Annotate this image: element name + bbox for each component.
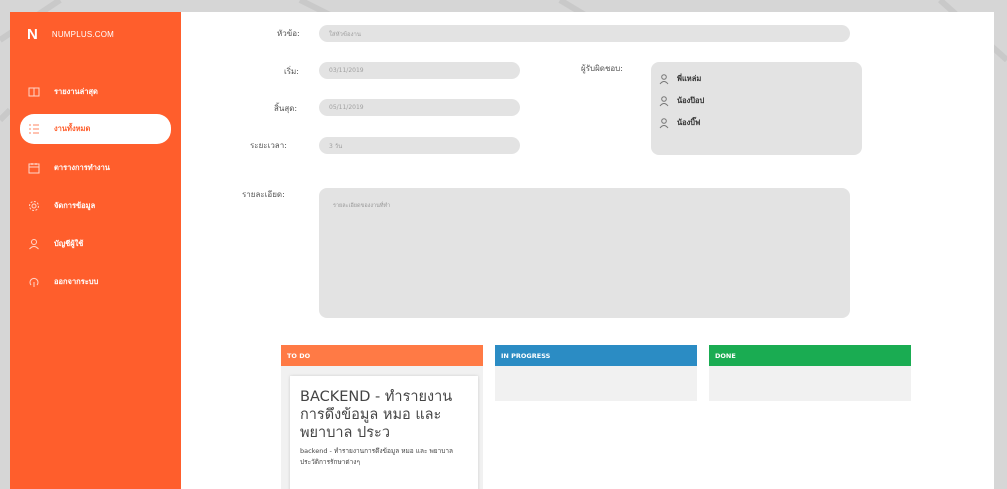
assignee-name: พี่แหล่ม bbox=[677, 74, 702, 83]
end-date-label: สิ้นสุด: bbox=[274, 104, 298, 113]
assignee-item[interactable]: พี่แหล่ม bbox=[659, 68, 854, 90]
column-todo-header: TO DO bbox=[281, 345, 483, 366]
sidebar-item-schedule[interactable]: ตารางการทำงาน bbox=[10, 150, 181, 186]
sidebar-item-label: บัญชีผู้ใช้ bbox=[54, 239, 84, 248]
sidebar-item-label: ออกจากระบบ bbox=[54, 277, 99, 286]
logout-icon bbox=[28, 276, 40, 288]
screen: N NUMPLUS.COM รายงานล่าสุด งานทั้งหมด ตา… bbox=[0, 0, 1007, 489]
brand[interactable]: N NUMPLUS.COM bbox=[27, 26, 114, 43]
calendar-icon bbox=[28, 162, 40, 174]
title-input[interactable]: ใส่หัวข้องาน bbox=[319, 25, 850, 42]
user-icon bbox=[659, 95, 669, 107]
detail-textarea[interactable]: รายละเอียดของงานที่ทำ bbox=[319, 188, 850, 318]
sidebar-item-manage-data[interactable]: จัดการข้อมูล bbox=[10, 188, 181, 224]
end-date-input[interactable]: 05/11/2019 bbox=[319, 99, 520, 116]
assignee-list: พี่แหล่ม น้องป๊อป น้องบิ๊ฟ bbox=[651, 62, 862, 155]
sidebar: N NUMPLUS.COM รายงานล่าสุด งานทั้งหมด ตา… bbox=[10, 12, 181, 489]
task-card-title: BACKEND - ทำรายงาน การดึงข้อมูล หมอ และ … bbox=[300, 389, 453, 441]
brand-logo: N bbox=[27, 26, 38, 43]
title-label: หัวข้อ: bbox=[277, 29, 300, 38]
sidebar-item-logout[interactable]: ออกจากระบบ bbox=[10, 264, 181, 300]
column-done-header: DONE bbox=[709, 345, 911, 366]
list-icon bbox=[28, 123, 40, 135]
assignee-name: น้องบิ๊ฟ bbox=[677, 118, 701, 127]
assignee-label: ผู้รับผิดชอบ: bbox=[581, 64, 623, 73]
user-icon bbox=[28, 238, 40, 250]
sidebar-item-label: รายงานล่าสุด bbox=[54, 87, 98, 96]
column-done bbox=[709, 366, 911, 401]
user-icon bbox=[659, 73, 669, 85]
assignee-name: น้องป๊อป bbox=[677, 96, 705, 105]
sidebar-nav: รายงานล่าสุด งานทั้งหมด ตารางการทำงาน จั… bbox=[10, 74, 181, 302]
task-card-description: backend - ทำรายงานการดึงข้อมูล หมอ และ พ… bbox=[300, 447, 454, 466]
assignee-item[interactable]: น้องป๊อป bbox=[659, 90, 854, 112]
app-window: N NUMPLUS.COM รายงานล่าสุด งานทั้งหมด ตา… bbox=[10, 12, 994, 489]
book-icon bbox=[28, 86, 40, 98]
detail-label: รายละเอียด: bbox=[242, 190, 285, 199]
start-date-label: เริ่ม: bbox=[284, 67, 299, 76]
sidebar-item-label: ตารางการทำงาน bbox=[54, 163, 110, 172]
sidebar-item-account[interactable]: บัญชีผู้ใช้ bbox=[10, 226, 181, 262]
duration-label: ระยะเวลา: bbox=[250, 141, 287, 150]
column-in-progress-header: IN PROGRESS bbox=[495, 345, 697, 366]
brand-name: NUMPLUS.COM bbox=[51, 30, 115, 39]
sidebar-item-latest-reports[interactable]: รายงานล่าสุด bbox=[10, 74, 181, 110]
task-card[interactable]: BACKEND - ทำรายงาน การดึงข้อมูล หมอ และ … bbox=[290, 376, 478, 489]
user-icon bbox=[659, 117, 669, 129]
assignee-item[interactable]: น้องบิ๊ฟ bbox=[659, 112, 854, 134]
sidebar-item-label: งานทั้งหมด bbox=[54, 124, 91, 133]
sidebar-item-label: จัดการข้อมูล bbox=[54, 201, 96, 210]
column-in-progress bbox=[495, 366, 697, 401]
duration-input[interactable]: 3 วัน bbox=[319, 137, 520, 154]
start-date-input[interactable]: 03/11/2019 bbox=[319, 62, 520, 79]
sidebar-item-all-tasks[interactable]: งานทั้งหมด bbox=[20, 114, 171, 144]
gear-icon bbox=[28, 200, 40, 212]
